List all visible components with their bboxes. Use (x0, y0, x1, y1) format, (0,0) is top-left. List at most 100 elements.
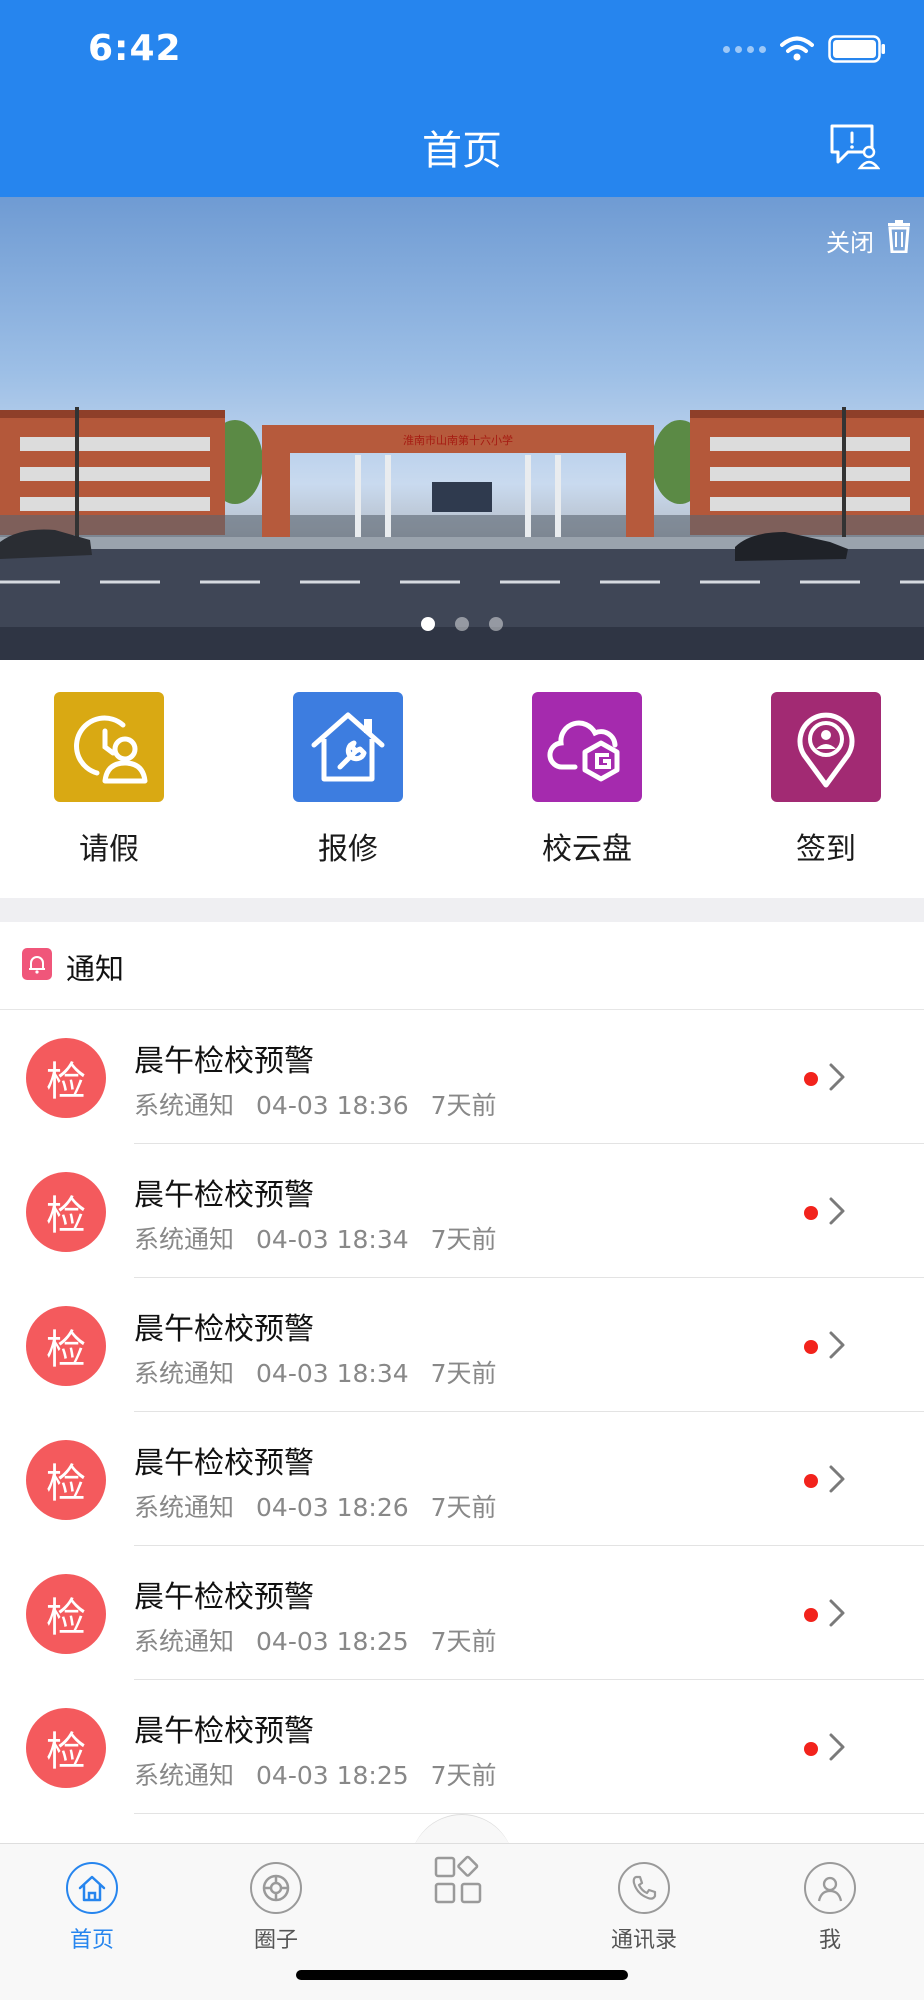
top-bar: 6:42 首页 (0, 0, 924, 197)
user-icon (804, 1862, 856, 1914)
notice-ago: 7天前 (430, 1761, 497, 1790)
tab-contacts[interactable]: 通讯录 (584, 1862, 704, 1954)
notice-datetime: 04-03 18:25 (256, 1627, 409, 1656)
tab-contacts-label: 通讯录 (610, 1928, 677, 1953)
checkin-label: 签到 (796, 832, 856, 867)
notice-datetime: 04-03 18:26 (256, 1493, 409, 1522)
tab-me-label: 我 (818, 1928, 841, 1953)
cloud-drive-label: 校云盘 (542, 832, 632, 867)
tab-home[interactable]: 首页 (32, 1862, 152, 1954)
notice-avatar: 检 (26, 1172, 106, 1252)
notice-source: 系统通知 (134, 1761, 235, 1790)
notice-datetime: 04-03 18:34 (256, 1359, 409, 1388)
notice-section-header: 通知 (0, 922, 924, 1010)
notice-avatar: 检 (26, 1708, 106, 1788)
notice-list: 检 晨午检校预警 系统通知 04-03 18:36 7天前 检 晨午检校预警 系统通… (0, 1010, 924, 1814)
notice-item-meta: 系统通知 04-03 18:36 7天前 (134, 1086, 519, 1122)
notice-avatar: 检 (26, 1574, 106, 1654)
notice-item-meta: 系统通知 04-03 18:25 7天前 (134, 1756, 519, 1792)
school-gate-image: 淮南市山南第十六小学 (0, 407, 924, 660)
unread-dot (804, 1474, 818, 1488)
leave-clock-person-icon (54, 692, 164, 802)
notice-item-meta: 系统通知 04-03 18:26 7天前 (134, 1488, 519, 1524)
list-item[interactable]: 检 晨午检校预警 系统通知 04-03 18:26 7天前 (0, 1412, 924, 1546)
list-item[interactable]: 检 晨午检校预警 系统通知 04-03 18:25 7天前 (0, 1546, 924, 1680)
signal-icon (723, 45, 766, 53)
list-item[interactable]: 检 晨午检校预警 系统通知 04-03 18:36 7天前 (0, 1010, 924, 1144)
unread-dot (804, 1072, 818, 1086)
unread-dot (804, 1206, 818, 1220)
status-time: 6:42 (88, 28, 182, 69)
notice-datetime: 04-03 18:36 (256, 1091, 409, 1120)
trash-icon[interactable] (884, 219, 914, 253)
location-pin-person-icon (771, 692, 881, 802)
quick-actions: 请假 报修 校云盘 签到 (0, 660, 924, 898)
battery-icon (828, 35, 885, 63)
message-contact-icon[interactable] (828, 122, 880, 170)
apps-grid-icon[interactable] (432, 1852, 488, 1908)
home-indicator (296, 1970, 628, 1980)
cloud-drive-button[interactable]: 校云盘 (517, 692, 657, 868)
chevron-right-icon (829, 1599, 845, 1627)
checkin-button[interactable]: 签到 (756, 692, 896, 868)
leave-label: 请假 (79, 832, 139, 867)
notice-item-title: 晨午检校预警 (134, 1312, 314, 1347)
carousel-dot[interactable] (421, 617, 435, 631)
unread-dot (804, 1742, 818, 1756)
notice-avatar: 检 (26, 1038, 106, 1118)
cloud-drive-icon (532, 692, 642, 802)
notice-item-meta: 系统通知 04-03 18:25 7天前 (134, 1622, 519, 1658)
carousel-dot[interactable] (489, 617, 503, 631)
notice-source: 系统通知 (134, 1091, 235, 1120)
gate-sign-text: 淮南市山南第十六小学 (403, 433, 513, 447)
chevron-right-icon (829, 1331, 845, 1359)
notice-source: 系统通知 (134, 1359, 235, 1388)
notice-datetime: 04-03 18:25 (256, 1761, 409, 1790)
tab-circle-label: 圈子 (253, 1928, 298, 1953)
notice-ago: 7天前 (430, 1091, 497, 1120)
page-title: 首页 (422, 128, 502, 174)
circle-icon (250, 1862, 302, 1914)
leave-button[interactable]: 请假 (39, 692, 179, 868)
repair-house-wrench-icon (293, 692, 403, 802)
chevron-right-icon (829, 1063, 845, 1091)
tab-me[interactable]: 我 (770, 1862, 890, 1954)
notice-avatar: 检 (26, 1306, 106, 1386)
home-icon (66, 1862, 118, 1914)
notice-title: 通知 (66, 952, 125, 986)
section-divider (0, 898, 924, 922)
phone-icon (618, 1862, 670, 1914)
notice-datetime: 04-03 18:34 (256, 1225, 409, 1254)
tab-circle[interactable]: 圈子 (216, 1862, 336, 1954)
notice-item-title: 晨午检校预警 (134, 1714, 314, 1749)
notice-ago: 7天前 (430, 1225, 497, 1254)
wifi-icon (780, 36, 814, 61)
carousel-dot[interactable] (455, 617, 469, 631)
notice-ago: 7天前 (430, 1493, 497, 1522)
list-item[interactable]: 检 晨午检校预警 系统通知 04-03 18:25 7天前 (0, 1680, 924, 1814)
carousel-indicator (0, 617, 924, 631)
repair-button[interactable]: 报修 (278, 692, 418, 868)
notice-avatar: 检 (26, 1440, 106, 1520)
notice-source: 系统通知 (134, 1493, 235, 1522)
notice-item-title: 晨午检校预警 (134, 1580, 314, 1615)
close-banner-label[interactable]: 关闭 (826, 223, 874, 258)
unread-dot (804, 1608, 818, 1622)
chevron-right-icon (829, 1733, 845, 1761)
chevron-right-icon (829, 1197, 845, 1225)
tab-home-label: 首页 (69, 1928, 114, 1953)
notice-item-title: 晨午检校预警 (134, 1178, 314, 1213)
bell-icon (22, 948, 52, 980)
list-item[interactable]: 检 晨午检校预警 系统通知 04-03 18:34 7天前 (0, 1144, 924, 1278)
banner-carousel[interactable]: 淮南市山南第十六小学 关闭 (0, 197, 924, 660)
chevron-right-icon (829, 1465, 845, 1493)
list-item[interactable]: 检 晨午检校预警 系统通知 04-03 18:34 7天前 (0, 1278, 924, 1412)
notice-item-title: 晨午检校预警 (134, 1044, 314, 1079)
notice-item-title: 晨午检校预警 (134, 1446, 314, 1481)
notice-item-meta: 系统通知 04-03 18:34 7天前 (134, 1354, 519, 1390)
notice-item-meta: 系统通知 04-03 18:34 7天前 (134, 1220, 519, 1256)
notice-ago: 7天前 (430, 1627, 497, 1656)
repair-label: 报修 (318, 832, 378, 867)
notice-source: 系统通知 (134, 1225, 235, 1254)
notice-source: 系统通知 (134, 1627, 235, 1656)
